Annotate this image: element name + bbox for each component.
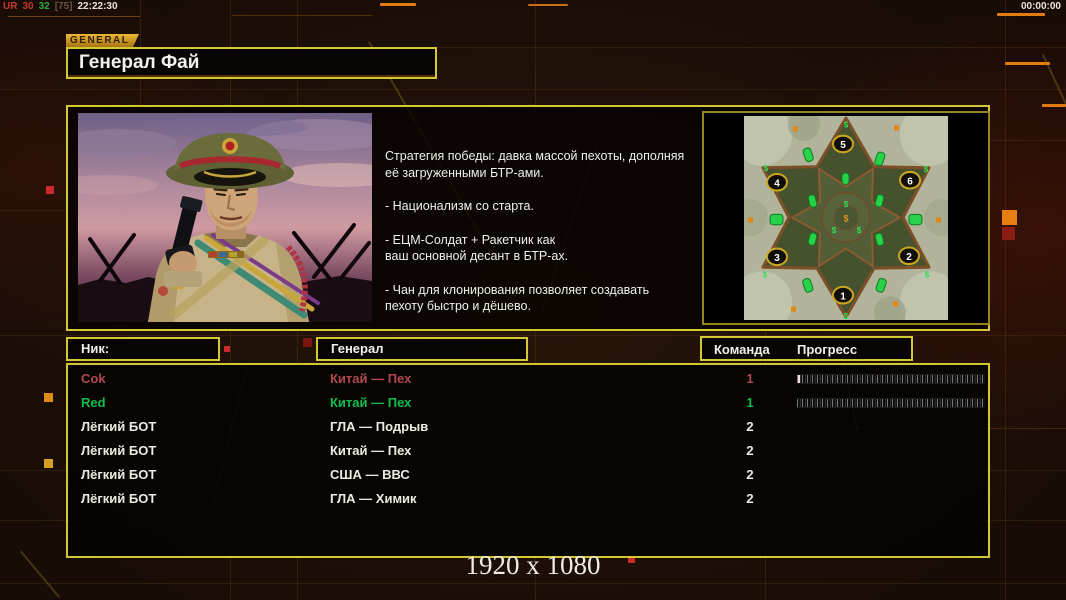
player-row: Лёгкий БОТ США — ВВС 2 — [68, 463, 988, 487]
player-general: США — ВВС — [330, 467, 410, 482]
supply-marker: $ — [844, 312, 849, 320]
stat-part: 32 — [38, 1, 50, 12]
general-tab-label: GENERAL — [66, 34, 139, 47]
general-title-box: Генерал Фай — [66, 47, 437, 79]
svg-text:6: 6 — [907, 176, 913, 187]
stat-part: UR — [3, 1, 18, 12]
clock-text: 22:22:30 — [77, 1, 118, 12]
supply-marker: $ — [764, 164, 769, 173]
general-portrait-image — [54, 113, 400, 322]
player-general: Китай — Пех — [330, 395, 412, 410]
match-timer: 00:00:00 — [1020, 1, 1061, 12]
player-team: 2 — [746, 467, 754, 482]
start-position-5: 5 — [832, 134, 854, 154]
player-team: 1 — [746, 371, 754, 386]
briefing-paragraph: - ЕЦМ-Солдат + Ракетчик как ваш основной… — [385, 232, 569, 264]
player-name: Лёгкий БОТ — [81, 443, 157, 458]
player-progress-bar — [797, 398, 985, 408]
network-stats-overlay: UR 30 32 [75] 22:22:30 — [3, 1, 123, 12]
player-name: Лёгкий БОТ — [81, 467, 157, 482]
start-position-6: 6 — [899, 170, 921, 190]
player-progress-bar — [797, 374, 985, 384]
supply-marker: $ — [925, 270, 930, 279]
supply-marker: $ — [844, 200, 849, 209]
player-row: Лёгкий БОТ ГЛА — Подрыв 2 — [68, 415, 988, 439]
map-preview-panel: $ $ $ $ $ $ $ $ $ $ 5 4 6 3 2 1 — [702, 103, 990, 334]
svg-text:4: 4 — [774, 178, 780, 189]
player-name: Лёгкий БОТ — [81, 419, 157, 434]
player-row: Лёгкий БОТ Китай — Пех 2 — [68, 439, 988, 463]
column-header-general: Генерал — [316, 337, 528, 361]
player-name: Red — [81, 395, 106, 410]
briefing-paragraph: - Чан для клонирования позволяет создава… — [385, 282, 650, 314]
column-header-nick: Ник: — [66, 337, 220, 361]
start-position-4: 4 — [766, 172, 788, 192]
player-general: Китай — Пех — [330, 443, 412, 458]
player-row: Red Китай — Пех 1 — [68, 391, 988, 415]
stat-part: 30 — [22, 1, 34, 12]
general-portrait — [54, 113, 400, 322]
player-general: ГЛА — Подрыв — [330, 419, 429, 434]
column-header-progress: Прогресс — [797, 342, 858, 357]
column-header-team: Команда — [714, 342, 770, 357]
svg-text:3: 3 — [774, 253, 780, 264]
player-general: Китай — Пех — [330, 371, 412, 386]
start-position-1: 1 — [832, 285, 854, 305]
strategy-briefing: Стратегия победы: давка массой пехоты, д… — [385, 148, 693, 332]
svg-text:5: 5 — [840, 140, 846, 151]
briefing-panel: Стратегия победы: давка массой пехоты, д… — [54, 103, 990, 334]
supply-marker: $ — [844, 120, 849, 129]
player-roster: Cok Китай — Пех 1 Red Китай — Пех 1 Лёгк… — [66, 363, 990, 558]
resolution-overlay: 1920 x 1080 — [465, 550, 601, 580]
player-team: 2 — [746, 419, 754, 434]
start-position-3: 3 — [766, 247, 788, 267]
player-name: Лёгкий БОТ — [81, 491, 157, 506]
player-team: 1 — [746, 395, 754, 410]
column-header-team-progress: Команда Прогресс — [700, 336, 913, 361]
svg-text:2: 2 — [906, 252, 912, 263]
briefing-paragraph: - Национализм со старта. — [385, 199, 534, 213]
player-row: Cok Китай — Пех 1 — [68, 367, 988, 391]
player-team: 2 — [746, 491, 754, 506]
map-preview-image: $ $ $ $ $ $ $ $ $ $ 5 4 6 3 2 1 — [732, 103, 960, 334]
stat-part: [75] — [54, 1, 73, 12]
player-name: Cok — [81, 371, 106, 386]
player-row: Лёгкий БОТ ГЛА — Химик 2 — [68, 487, 988, 511]
player-general: ГЛА — Химик — [330, 491, 417, 506]
oil-marker: $ — [843, 213, 848, 223]
progress-cursor — [798, 375, 800, 383]
page-title: Генерал Фай — [79, 52, 200, 73]
svg-text:1: 1 — [840, 291, 846, 302]
supply-marker: $ — [857, 226, 862, 235]
player-team: 2 — [746, 443, 754, 458]
supply-marker: $ — [832, 226, 837, 235]
map-terrain: $ $ $ $ $ $ $ $ $ $ 5 4 6 3 2 1 — [732, 103, 960, 334]
supply-marker: $ — [924, 165, 929, 174]
briefing-paragraph: Стратегия победы: давка массой пехоты, д… — [385, 149, 685, 180]
supply-marker: $ — [763, 270, 768, 279]
start-position-2: 2 — [898, 246, 920, 266]
